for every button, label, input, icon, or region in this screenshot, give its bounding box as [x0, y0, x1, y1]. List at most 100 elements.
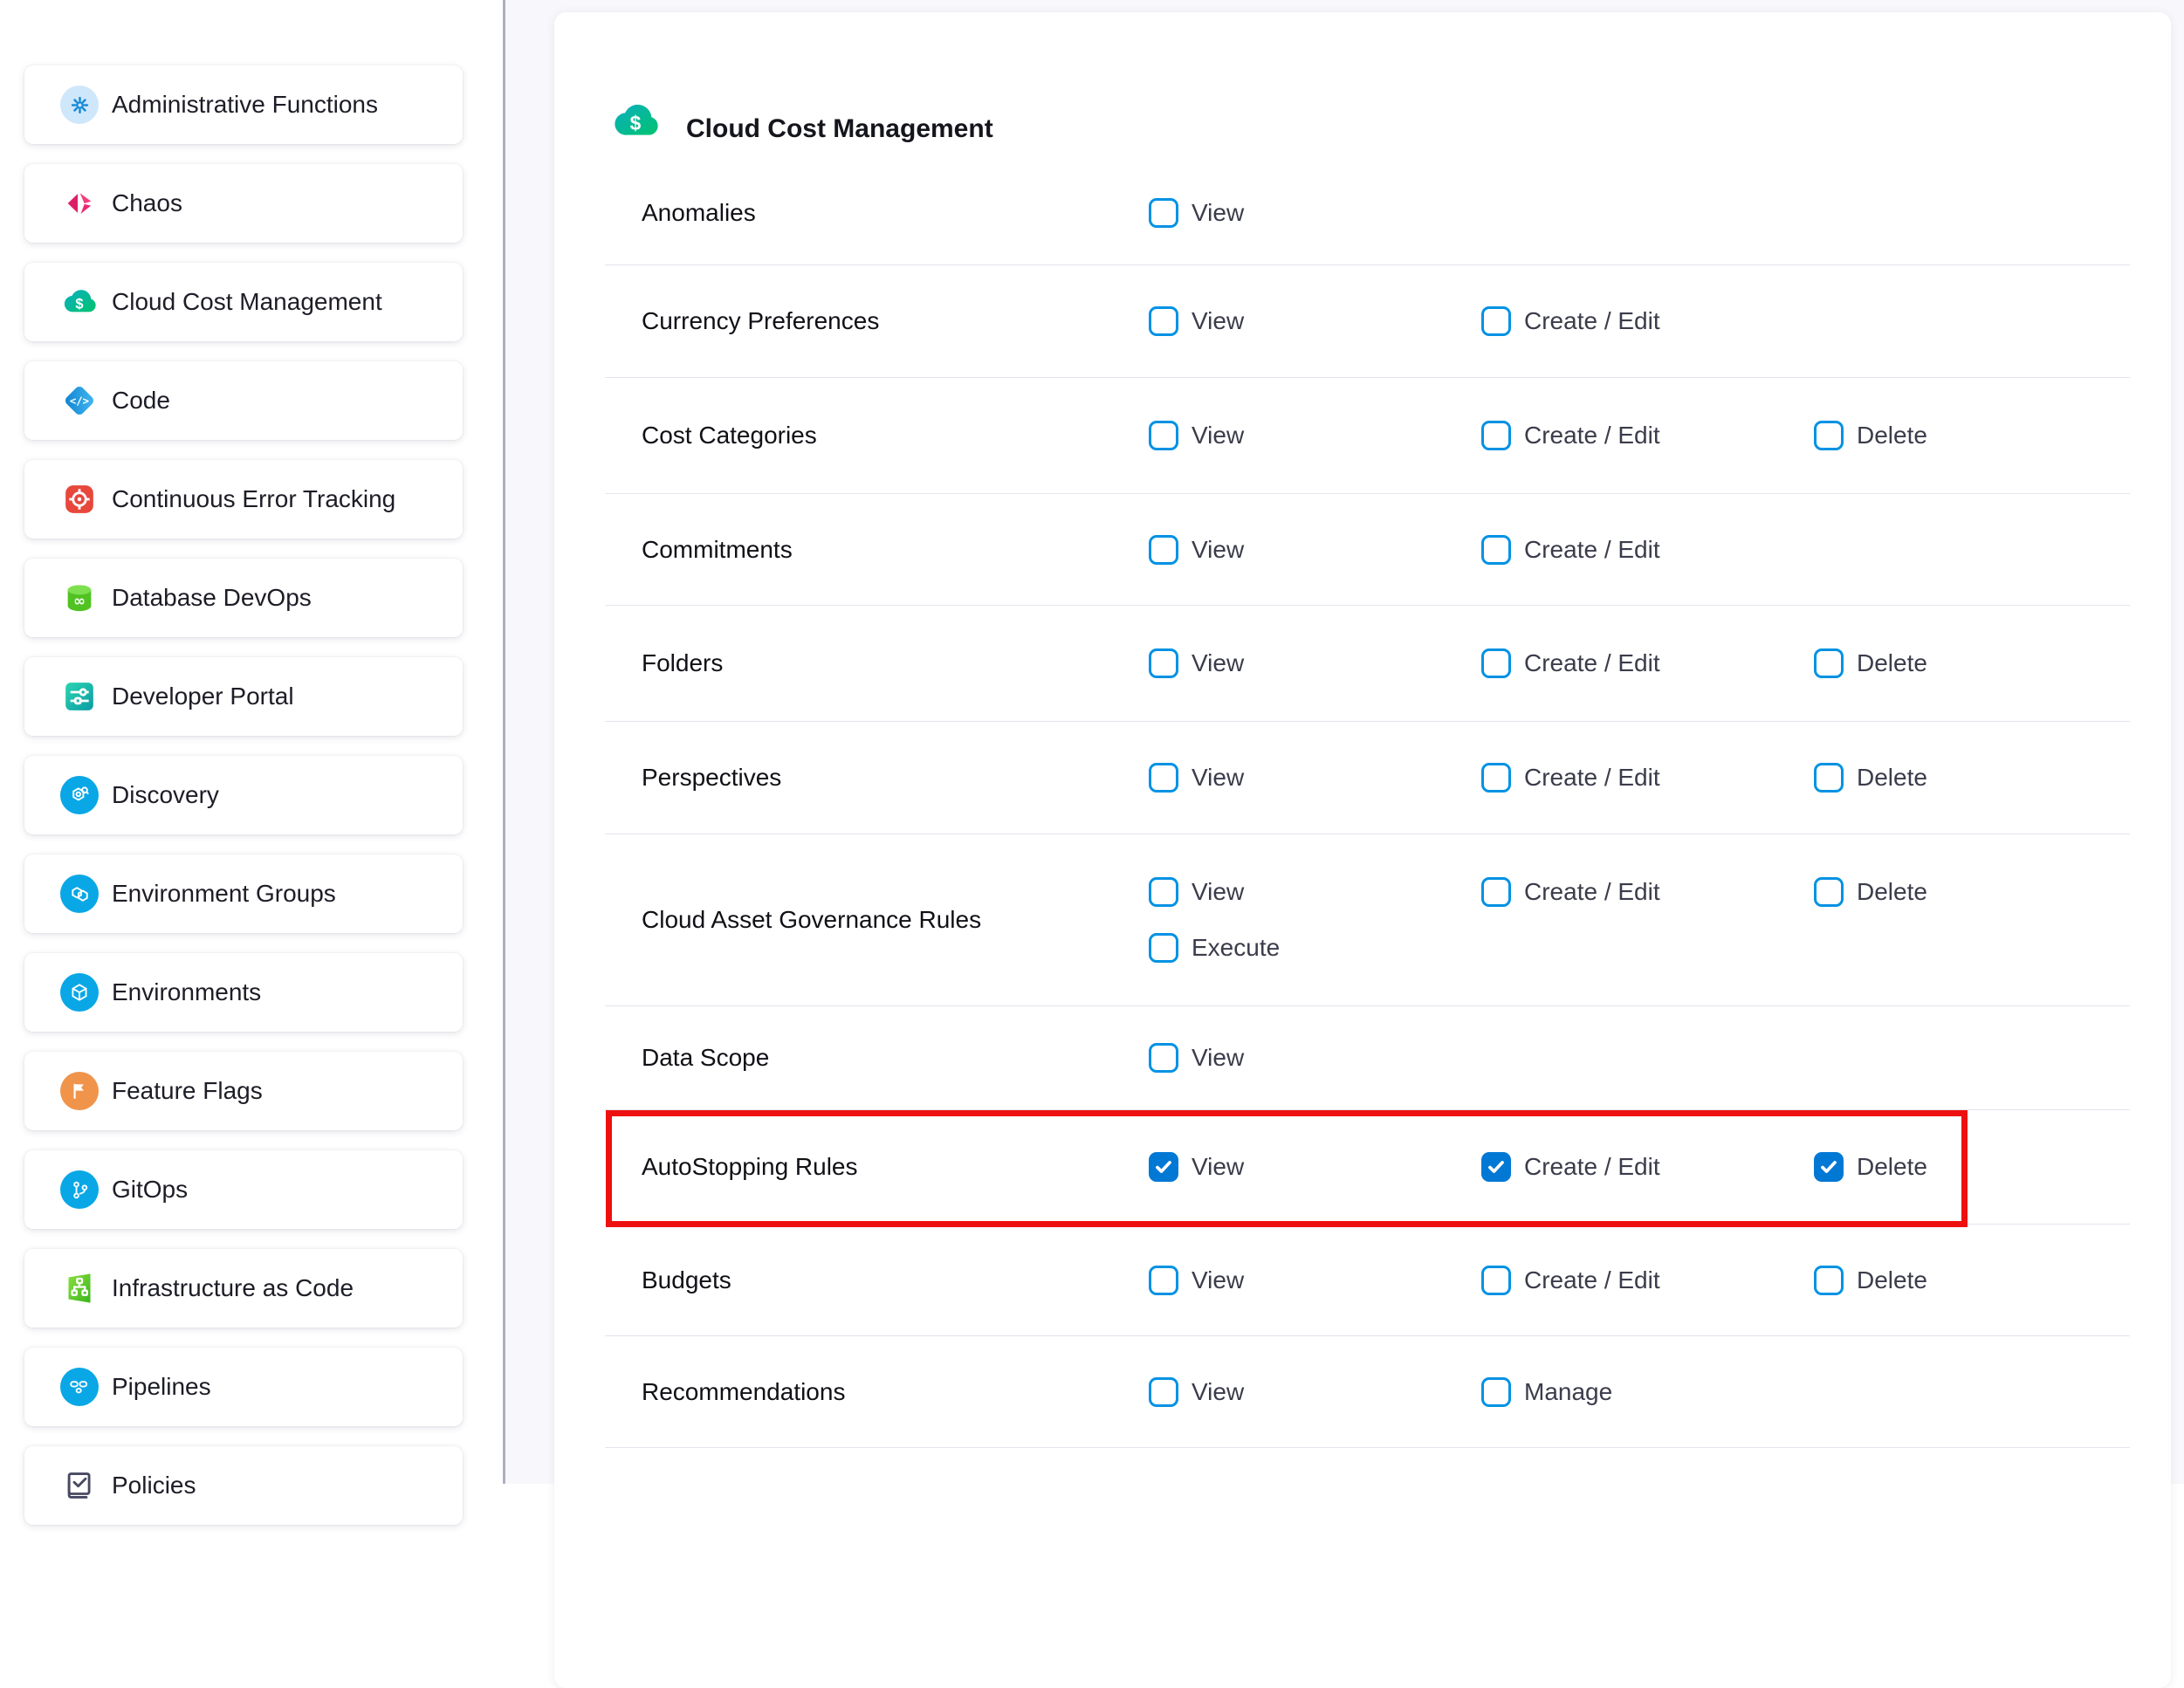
checkbox-anomalies-view[interactable]	[1149, 198, 1178, 228]
checkbox-folders-delete[interactable]	[1814, 648, 1844, 678]
permission-option-delete: Delete	[1814, 421, 2146, 450]
permission-row-folders: FoldersViewCreate / EditDelete	[605, 606, 2130, 722]
checkbox-budgets-delete[interactable]	[1814, 1266, 1844, 1295]
sidebar-item-feature-flags[interactable]: Feature Flags	[24, 1052, 463, 1130]
sidebar-item-label: Code	[112, 387, 170, 415]
permission-row-anomalies: AnomaliesView	[605, 161, 2130, 265]
sidebar-item-gitops[interactable]: GitOps	[24, 1150, 463, 1229]
checkbox-budgets-create-edit[interactable]	[1481, 1266, 1511, 1295]
sidebar-item-label: Policies	[112, 1472, 196, 1499]
sidebar-item-label: Developer Portal	[112, 683, 294, 710]
permission-row-label: Recommendations	[642, 1378, 1149, 1406]
permission-row-label: AutoStopping Rules	[642, 1153, 1149, 1181]
sidebar-item-code[interactable]: </>Code	[24, 361, 463, 440]
sidebar-item-developer-portal[interactable]: Developer Portal	[24, 657, 463, 736]
gear-icon	[60, 86, 99, 124]
sidebar-item-label: Database DevOps	[112, 584, 312, 612]
sidebar-item-policies[interactable]: Policies	[24, 1446, 463, 1525]
sidebar-item-cloud-cost-management[interactable]: $Cloud Cost Management	[24, 263, 463, 341]
permission-option-execute: Execute	[1149, 933, 1481, 963]
svg-text:$: $	[75, 296, 83, 312]
content-area: $ Cloud Cost Management AnomaliesViewCur…	[505, 0, 2184, 1484]
permission-option-create-edit: Create / Edit	[1481, 1266, 1814, 1295]
checkbox-data-scope-view[interactable]	[1149, 1043, 1178, 1073]
checkbox-autostopping-rules-view[interactable]	[1149, 1152, 1178, 1182]
checkbox-cloud-asset-governance-rules-delete[interactable]	[1814, 877, 1844, 907]
module-sidebar: Administrative Functions Chaos $Cloud Cost…	[0, 0, 503, 1484]
permission-option-view: View	[1149, 763, 1481, 793]
checkbox-commitments-create-edit[interactable]	[1481, 535, 1511, 565]
permission-options: View	[1149, 198, 1481, 228]
sidebar-item-infrastructure-as-code[interactable]: Infrastructure as Code	[24, 1249, 463, 1328]
permission-option-label: View	[1192, 422, 1244, 449]
sidebar-item-continuous-error-tracking[interactable]: Continuous Error Tracking	[24, 460, 463, 539]
permission-row-cost-categories: Cost CategoriesViewCreate / EditDelete	[605, 378, 2130, 494]
checkbox-recommendations-view[interactable]	[1149, 1377, 1178, 1407]
pipelines-icon	[60, 1368, 99, 1406]
checkbox-cost-categories-view[interactable]	[1149, 421, 1178, 450]
sidebar-item-discovery[interactable]: Discovery	[24, 756, 463, 834]
permission-options: ViewCreate / EditDelete	[1149, 763, 2146, 793]
permission-row-label: Cost Categories	[642, 422, 1149, 449]
checkbox-autostopping-rules-create-edit[interactable]	[1481, 1152, 1511, 1182]
permission-option-label: Create / Edit	[1524, 1153, 1660, 1181]
checkbox-folders-view[interactable]	[1149, 648, 1178, 678]
error-target-icon	[60, 480, 99, 518]
permission-row-label: Data Scope	[642, 1044, 1149, 1072]
sidebar-item-environment-groups[interactable]: Environment Groups	[24, 854, 463, 933]
checkbox-commitments-view[interactable]	[1149, 535, 1178, 565]
permission-option-line: Execute	[1149, 933, 2146, 963]
checkbox-autostopping-rules-delete[interactable]	[1814, 1152, 1844, 1182]
sidebar-item-label: Pipelines	[112, 1373, 211, 1401]
sidebar-item-database-devops[interactable]: ∞ Database DevOps	[24, 559, 463, 637]
permission-option-label: View	[1192, 1153, 1244, 1181]
checkbox-perspectives-view[interactable]	[1149, 763, 1178, 793]
checkbox-budgets-view[interactable]	[1149, 1266, 1178, 1295]
checkbox-recommendations-manage[interactable]	[1481, 1377, 1511, 1407]
sidebar-item-administrative-functions[interactable]: Administrative Functions	[24, 65, 463, 144]
permission-option-label: Create / Edit	[1524, 878, 1660, 906]
sidebar-item-label: Infrastructure as Code	[112, 1274, 354, 1302]
checkbox-cost-categories-create-edit[interactable]	[1481, 421, 1511, 450]
permission-row-autostopping-rules: AutoStopping RulesViewCreate / EditDelet…	[605, 1110, 2130, 1225]
permission-option-label: Create / Edit	[1524, 536, 1660, 564]
permission-option-label: Create / Edit	[1524, 764, 1660, 792]
checkbox-cloud-asset-governance-rules-execute[interactable]	[1149, 933, 1178, 963]
discovery-icon	[60, 776, 99, 814]
checkbox-perspectives-delete[interactable]	[1814, 763, 1844, 793]
permission-option-label: View	[1192, 649, 1244, 677]
app-root: Administrative Functions Chaos $Cloud Cost…	[0, 0, 2184, 1484]
checkbox-cost-categories-delete[interactable]	[1814, 421, 1844, 450]
permission-option-label: Create / Edit	[1524, 1266, 1660, 1294]
permission-option-label: Create / Edit	[1524, 422, 1660, 449]
gitops-icon	[60, 1170, 99, 1209]
checkbox-cloud-asset-governance-rules-view[interactable]	[1149, 877, 1178, 907]
permission-option-view: View	[1149, 198, 1481, 228]
permission-row-label: Perspectives	[642, 764, 1149, 792]
permission-option-line: View	[1149, 198, 1481, 228]
sidebar-item-label: Continuous Error Tracking	[112, 485, 395, 513]
checkbox-folders-create-edit[interactable]	[1481, 648, 1511, 678]
chaos-icon	[60, 184, 99, 223]
permission-option-label: Create / Edit	[1524, 307, 1660, 335]
sidebar-item-label: Feature Flags	[112, 1077, 263, 1105]
permission-option-view: View	[1149, 306, 1481, 336]
sidebar-item-environments[interactable]: Environments	[24, 953, 463, 1032]
checkbox-cloud-asset-governance-rules-create-edit[interactable]	[1481, 877, 1511, 907]
checkbox-perspectives-create-edit[interactable]	[1481, 763, 1511, 793]
checkbox-currency-preferences-create-edit[interactable]	[1481, 306, 1511, 336]
permission-option-create-edit: Create / Edit	[1481, 648, 1814, 678]
checkbox-currency-preferences-view[interactable]	[1149, 306, 1178, 336]
sidebar-item-pipelines[interactable]: Pipelines	[24, 1348, 463, 1426]
permission-option-create-edit: Create / Edit	[1481, 306, 1814, 336]
permission-options: View	[1149, 1043, 1481, 1073]
permission-rows: AnomaliesViewCurrency PreferencesViewCre…	[554, 161, 2171, 1448]
permission-option-line: ViewCreate / EditDelete	[1149, 1152, 2146, 1182]
permission-option-create-edit: Create / Edit	[1481, 877, 1814, 907]
permission-option-delete: Delete	[1814, 1266, 2146, 1295]
permission-option-line: View Create / Edit	[1149, 306, 1814, 336]
sidebar-item-chaos[interactable]: Chaos	[24, 164, 463, 243]
permission-option-label: View	[1192, 1266, 1244, 1294]
svg-text:∞: ∞	[73, 593, 86, 609]
permission-option-label: View	[1192, 199, 1244, 227]
